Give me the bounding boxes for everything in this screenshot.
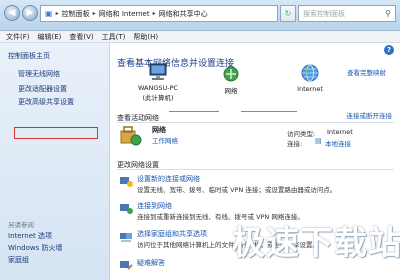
task-title[interactable]: 疑难解答	[137, 258, 165, 268]
section-divider	[117, 122, 394, 123]
homegroup-icon	[120, 233, 132, 242]
task-setup-connection[interactable]: 设置新的连接或网络 设置无线、宽带、拨号、临时或 VPN 连接；或设置路由器或访…	[119, 174, 394, 198]
see-also-homegroup[interactable]: 家庭组	[8, 255, 29, 265]
menu-edit[interactable]: 编辑(E)	[38, 32, 62, 42]
active-network-name: 网络	[152, 126, 166, 134]
local-connection-link[interactable]: 本地连接	[325, 138, 351, 148]
address-folder-icon: ▣	[45, 9, 53, 18]
sidebar-item-adapter-settings[interactable]: 更改适配器设置	[18, 84, 67, 94]
back-button[interactable]: ◀	[4, 5, 20, 21]
internet-label: Internet	[297, 85, 323, 93]
access-type-label: 访问类型:	[287, 130, 316, 138]
task-title[interactable]: 选择家庭组和共享选项	[137, 229, 207, 239]
address-bar[interactable]: ▣ ▸ 控制面板 ▸ 网络和 Internet ▸ 网络和共享中心	[40, 5, 278, 22]
task-title[interactable]: 设置新的连接或网络	[137, 174, 200, 184]
menu-file[interactable]: 文件(F)	[6, 32, 30, 42]
map-node-pc[interactable]: WANGSU-PC (此计算机)	[133, 63, 183, 102]
menu-tools[interactable]: 工具(T)	[102, 32, 126, 42]
connect-disconnect-link[interactable]: 连接或断开连接	[347, 110, 393, 120]
sidebar: 控制面板主页 管理无线网络 更改适配器设置 更改高级共享设置 另请参阅 Inte…	[0, 43, 110, 280]
address-separator: ▸	[92, 10, 96, 17]
troubleshoot-icon	[120, 261, 133, 270]
crumb-network-sharing[interactable]: 网络和共享中心	[159, 9, 208, 19]
task-desc: 设置无线、宽带、拨号、临时或 VPN 连接；或设置路由器或访问点。	[137, 186, 337, 194]
pc-sub: (此计算机)	[142, 94, 174, 102]
see-also-title: 另请参阅	[8, 221, 34, 229]
menu-bar: 文件(F) 编辑(E) 查看(V) 工具(T) 帮助(H)	[0, 31, 400, 43]
pc-name: WANGSU-PC	[137, 84, 179, 92]
connect-network-icon	[120, 204, 133, 214]
section-divider	[117, 169, 394, 170]
forward-button[interactable]: ▶	[22, 5, 38, 21]
highlight-box	[14, 127, 98, 139]
search-placeholder: 搜索控制面板	[303, 9, 345, 18]
menu-view[interactable]: 查看(V)	[69, 32, 93, 42]
menu-help[interactable]: 帮助(H)	[133, 32, 158, 42]
watermark: 极速下载站	[232, 223, 400, 262]
refresh-button[interactable]: ↻	[280, 5, 296, 22]
sidebar-item-advanced-sharing[interactable]: 更改高级共享设置	[18, 97, 74, 107]
map-connector	[169, 111, 219, 112]
map-node-internet[interactable]: Internet	[295, 63, 325, 93]
globe-icon	[301, 64, 319, 82]
search-icon[interactable]: ⚲	[385, 9, 391, 18]
new-connection-icon	[120, 177, 133, 187]
see-also-firewall[interactable]: Windows 防火墙	[8, 243, 62, 253]
address-separator: ▸	[55, 10, 59, 17]
map-node-network[interactable]: 网络	[219, 65, 243, 95]
sidebar-home-link[interactable]: 控制面板主页	[8, 51, 50, 61]
address-separator: ▸	[152, 10, 156, 17]
search-input[interactable]: 搜索控制面板 ⚲	[298, 5, 396, 22]
window-chrome: ◀ ▶ ▣ ▸ 控制面板 ▸ 网络和 Internet ▸ 网络和共享中心 ↻ …	[0, 0, 400, 31]
network-icon	[223, 66, 239, 82]
see-also-internet-options[interactable]: Internet 选项	[8, 231, 52, 241]
access-type-value: Internet	[327, 128, 353, 136]
network-type-link[interactable]: 工作网络	[152, 135, 178, 145]
full-map-link[interactable]: 查看完整映射	[347, 67, 386, 77]
computer-icon	[149, 63, 167, 80]
map-connector	[241, 111, 297, 112]
connection-label: 连接:	[287, 140, 303, 148]
work-network-icon	[120, 126, 142, 146]
crumb-network-internet[interactable]: 网络和 Internet	[99, 9, 150, 19]
task-title[interactable]: 连接到网络	[137, 201, 172, 211]
help-icon[interactable]: ?	[384, 45, 394, 55]
sidebar-item-manage-wireless[interactable]: 管理无线网络	[18, 69, 60, 79]
network-label: 网络	[224, 87, 238, 95]
crumb-control-panel[interactable]: 控制面板	[62, 9, 90, 19]
connection-icon: ▤	[315, 137, 322, 145]
